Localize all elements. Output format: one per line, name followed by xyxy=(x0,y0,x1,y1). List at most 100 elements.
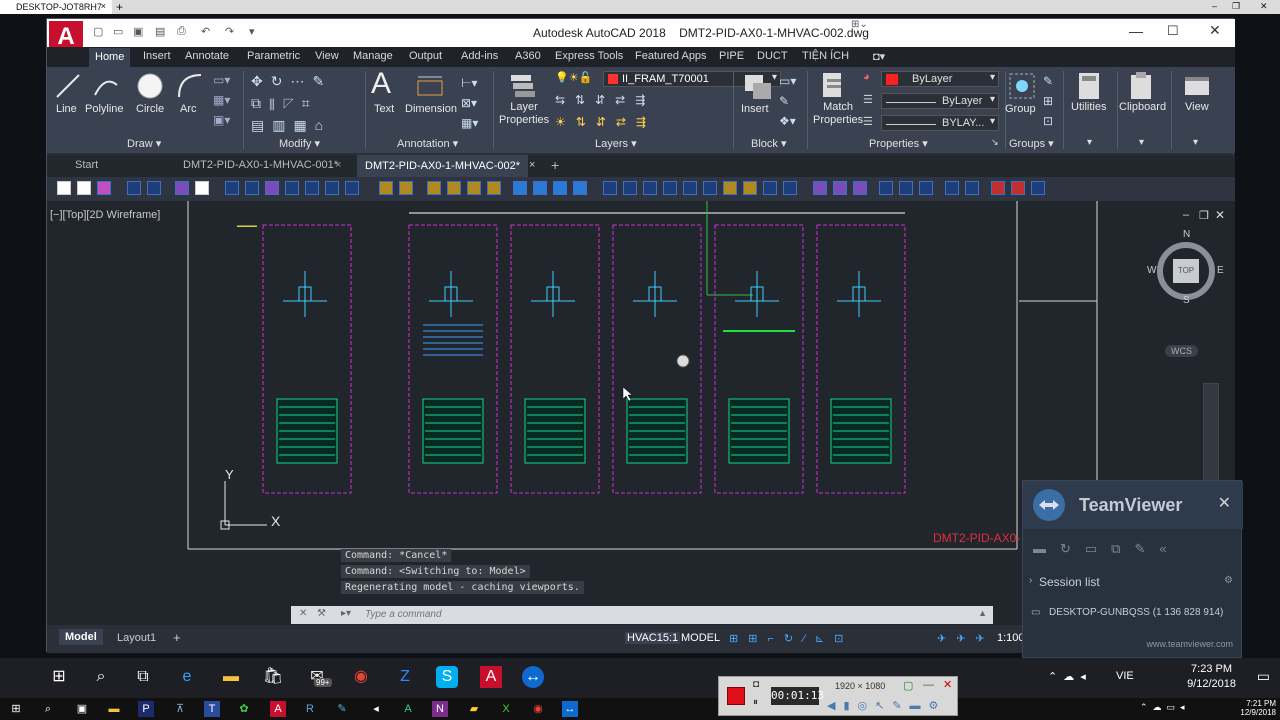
tool-icon[interactable] xyxy=(683,181,697,195)
tool-icon[interactable] xyxy=(1011,181,1025,195)
lineweight-dropdown[interactable]: BYLAY... ▾ xyxy=(881,115,999,131)
tool-icon[interactable] xyxy=(305,181,319,195)
teamviewer-action-icons[interactable]: ▬↻▭⧉✎« xyxy=(1033,541,1181,557)
undo-icon[interactable]: ↶ xyxy=(201,25,210,38)
session-list-label[interactable]: Session list xyxy=(1039,575,1100,589)
utilities-button[interactable]: Utilities xyxy=(1071,101,1106,113)
tool-icon[interactable] xyxy=(603,181,617,195)
search-icon[interactable]: ⊞⌄ xyxy=(851,19,868,30)
folder-icon[interactable]: ▬ xyxy=(106,701,122,717)
viewport-restore-icon[interactable]: ❐ xyxy=(1199,209,1209,222)
viewcube[interactable]: N S E W TOP xyxy=(1147,229,1224,306)
tool-icon[interactable] xyxy=(195,181,209,195)
polyline-icon[interactable] xyxy=(91,71,121,101)
tool-icon[interactable] xyxy=(285,181,299,195)
chevron-up-icon[interactable]: ▲ xyxy=(978,608,987,618)
tool-icon[interactable] xyxy=(1031,181,1045,195)
insert-icon[interactable] xyxy=(741,71,773,101)
group-button[interactable]: Group xyxy=(1005,103,1036,115)
annotation-scale[interactable]: 1:100 xyxy=(997,632,1025,644)
open-icon[interactable]: ▭ xyxy=(113,25,123,38)
annotation-icons[interactable]: ✈✈✈ xyxy=(937,632,995,645)
tool-icon[interactable] xyxy=(643,181,657,195)
tab-view[interactable]: View xyxy=(315,50,339,62)
tool-icon[interactable] xyxy=(467,181,481,195)
groups-group-label[interactable]: Groups ▾ xyxy=(1009,137,1054,150)
app-icon[interactable]: A xyxy=(400,701,416,717)
text-icon[interactable]: A xyxy=(371,67,391,101)
compass-east[interactable]: E xyxy=(1217,265,1224,276)
chrome-icon[interactable]: ◉ xyxy=(530,701,546,717)
view-button[interactable]: View xyxy=(1185,101,1209,113)
add-layout-button[interactable]: + xyxy=(173,630,181,645)
boundary-icon[interactable]: ▣▾ xyxy=(213,113,230,127)
restore-icon[interactable]: ❐ xyxy=(1232,1,1240,12)
linetype-dropdown[interactable]: ByLayer ▾ xyxy=(881,93,999,109)
rectangle-icon[interactable]: ▭▾ xyxy=(213,73,230,87)
local-clock[interactable]: 7:21 PM 12/9/2018 xyxy=(1240,699,1276,717)
chevron-right-icon[interactable]: › xyxy=(1029,575,1032,586)
edge-icon[interactable]: e xyxy=(176,666,198,688)
tool-icon[interactable] xyxy=(265,181,279,195)
tool-icon[interactable] xyxy=(487,181,501,195)
skype-icon[interactable]: S xyxy=(436,666,458,688)
tool-icon[interactable] xyxy=(399,181,413,195)
redo-icon[interactable]: ↷ xyxy=(225,25,234,38)
new-icon[interactable]: ▢ xyxy=(93,25,103,38)
teamviewer-url[interactable]: www.teamviewer.com xyxy=(1146,639,1233,649)
app-icon[interactable]: ⊼ xyxy=(172,701,188,717)
tool-icon[interactable] xyxy=(945,181,959,195)
stretch-icon[interactable]: ▤▥▦⌂ xyxy=(251,117,331,134)
tool-icon[interactable] xyxy=(427,181,441,195)
tool-icon[interactable] xyxy=(379,181,393,195)
compass-south[interactable]: S xyxy=(1183,295,1190,306)
tool-icon[interactable] xyxy=(147,181,161,195)
view-icon[interactable] xyxy=(1183,71,1211,101)
store-icon[interactable]: 🛍 xyxy=(262,666,284,688)
model-space-toggle[interactable]: MODEL xyxy=(681,632,720,644)
plot-icon[interactable]: ⎙ xyxy=(177,25,186,38)
revit-icon[interactable]: R xyxy=(302,701,318,717)
match-properties-icon[interactable] xyxy=(819,71,849,101)
line-icon[interactable] xyxy=(53,71,83,101)
chevron-down-icon[interactable]: ▾ xyxy=(1193,137,1198,148)
clipboard-icon[interactable] xyxy=(1129,71,1153,101)
search-icon[interactable]: ⌕ xyxy=(40,701,56,717)
viewport-close-icon[interactable]: ✕ xyxy=(1215,208,1225,222)
line-button[interactable]: Line xyxy=(56,103,77,115)
dimension-icon[interactable] xyxy=(415,71,445,101)
tool-icon[interactable] xyxy=(127,181,141,195)
navigation-bar[interactable] xyxy=(1203,383,1219,493)
saveas-icon[interactable]: ▤ xyxy=(155,25,165,38)
app-icon[interactable]: T xyxy=(204,701,220,717)
tool-icon[interactable] xyxy=(723,181,737,195)
close-icon[interactable]: × xyxy=(335,159,341,171)
tab-manage[interactable]: Manage xyxy=(353,50,393,62)
modify-group-label[interactable]: Modify ▾ xyxy=(279,137,320,150)
new-tab-button[interactable]: + xyxy=(551,157,559,173)
tab-annotate[interactable]: Annotate xyxy=(185,50,229,62)
chevron-down-icon[interactable]: ▾ xyxy=(1087,137,1092,148)
fullscreen-icon[interactable]: ▢ xyxy=(903,679,913,692)
clipboard-button[interactable]: Clipboard xyxy=(1119,101,1166,113)
group-icon[interactable] xyxy=(1007,71,1037,101)
store-icon[interactable]: ▣ xyxy=(74,701,90,717)
viewcube-top-face[interactable]: TOP xyxy=(1173,259,1199,283)
match-properties-button[interactable]: Match Properties xyxy=(813,101,863,127)
record-button[interactable] xyxy=(727,687,745,705)
layer-tools-row2[interactable]: ☀⇅⇵⇄⇶ xyxy=(555,115,656,129)
action-center-icon[interactable]: ▭ xyxy=(1257,668,1270,685)
close-icon[interactable]: ✕ xyxy=(1260,1,1268,12)
excel-icon[interactable]: X xyxy=(498,701,514,717)
close-icon[interactable]: × xyxy=(101,1,106,11)
maximize-button[interactable]: ☐ xyxy=(1167,23,1179,39)
draw-group-label[interactable]: Draw ▾ xyxy=(127,137,161,150)
tool-icon[interactable] xyxy=(919,181,933,195)
ribbon-options-icon[interactable]: ◘▾ xyxy=(873,50,885,63)
add-tab-button[interactable]: + xyxy=(116,0,123,14)
command-input[interactable] xyxy=(365,607,965,622)
tool-icon[interactable] xyxy=(533,181,547,195)
gear-icon[interactable]: ⚙ xyxy=(1224,575,1233,586)
dropdown-icon[interactable]: ▾ xyxy=(249,25,255,38)
task-view-icon[interactable]: ⧉ xyxy=(132,666,154,688)
